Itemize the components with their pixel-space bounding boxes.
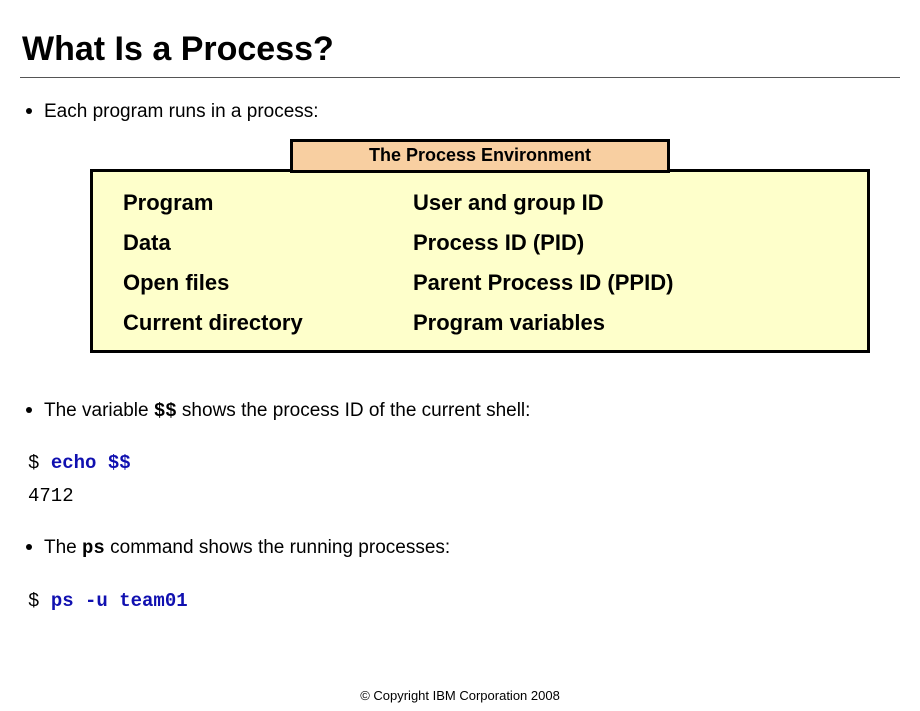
bullet-item: The ps command shows the running process…: [26, 536, 900, 561]
bullet-text-part: The: [44, 537, 82, 558]
env-row: Program User and group ID: [123, 190, 837, 216]
bullet-text: Each program runs in a process:: [44, 100, 319, 125]
slide-title: What Is a Process?: [22, 30, 900, 69]
bullet-text-part: shows the process ID of the current shel…: [177, 400, 531, 421]
env-cell: Program variables: [413, 310, 605, 336]
env-cell: Process ID (PID): [413, 230, 584, 256]
bullet-item: The variable $$ shows the process ID of …: [26, 399, 900, 424]
env-cell: Current directory: [123, 310, 413, 336]
code-line: $ ps -u team01: [28, 585, 900, 617]
env-cell: Data: [123, 230, 413, 256]
bullet-dot-icon: [26, 544, 32, 550]
env-cell: User and group ID: [413, 190, 604, 216]
env-body-box: Program User and group ID Data Process I…: [90, 169, 870, 353]
env-cell: Open files: [123, 270, 413, 296]
env-header-text: The Process Environment: [369, 145, 591, 166]
inline-code: ps: [82, 537, 105, 559]
bullet-item: Each program runs in a process:: [26, 100, 900, 125]
env-row: Data Process ID (PID): [123, 230, 837, 256]
shell-output: 4712: [28, 480, 900, 512]
code-line: $ echo $$: [28, 447, 900, 479]
bullet-text: The ps command shows the running process…: [44, 536, 450, 561]
inline-code: $$: [154, 400, 177, 422]
bullet-dot-icon: [26, 407, 32, 413]
bullet-text-part: The variable: [44, 400, 154, 421]
bullet-text: The variable $$ shows the process ID of …: [44, 399, 530, 424]
env-row: Current directory Program variables: [123, 310, 837, 336]
copyright-footer: © Copyright IBM Corporation 2008: [0, 688, 920, 703]
env-cell: Program: [123, 190, 413, 216]
env-row: Open files Parent Process ID (PPID): [123, 270, 837, 296]
bullet-dot-icon: [26, 108, 32, 114]
shell-prompt: $: [28, 590, 51, 612]
env-header-box: The Process Environment: [290, 139, 670, 173]
shell-command: ps -u team01: [51, 590, 188, 612]
process-environment-diagram: The Process Environment Program User and…: [90, 139, 870, 323]
title-rule: [20, 77, 900, 78]
code-example: $ ps -u team01: [28, 585, 900, 617]
bullet-text-part: command shows the running processes:: [105, 537, 450, 558]
shell-prompt: $: [28, 452, 51, 474]
env-cell: Parent Process ID (PPID): [413, 270, 673, 296]
code-example: $ echo $$ 4712: [28, 447, 900, 512]
shell-command: echo $$: [51, 452, 131, 474]
